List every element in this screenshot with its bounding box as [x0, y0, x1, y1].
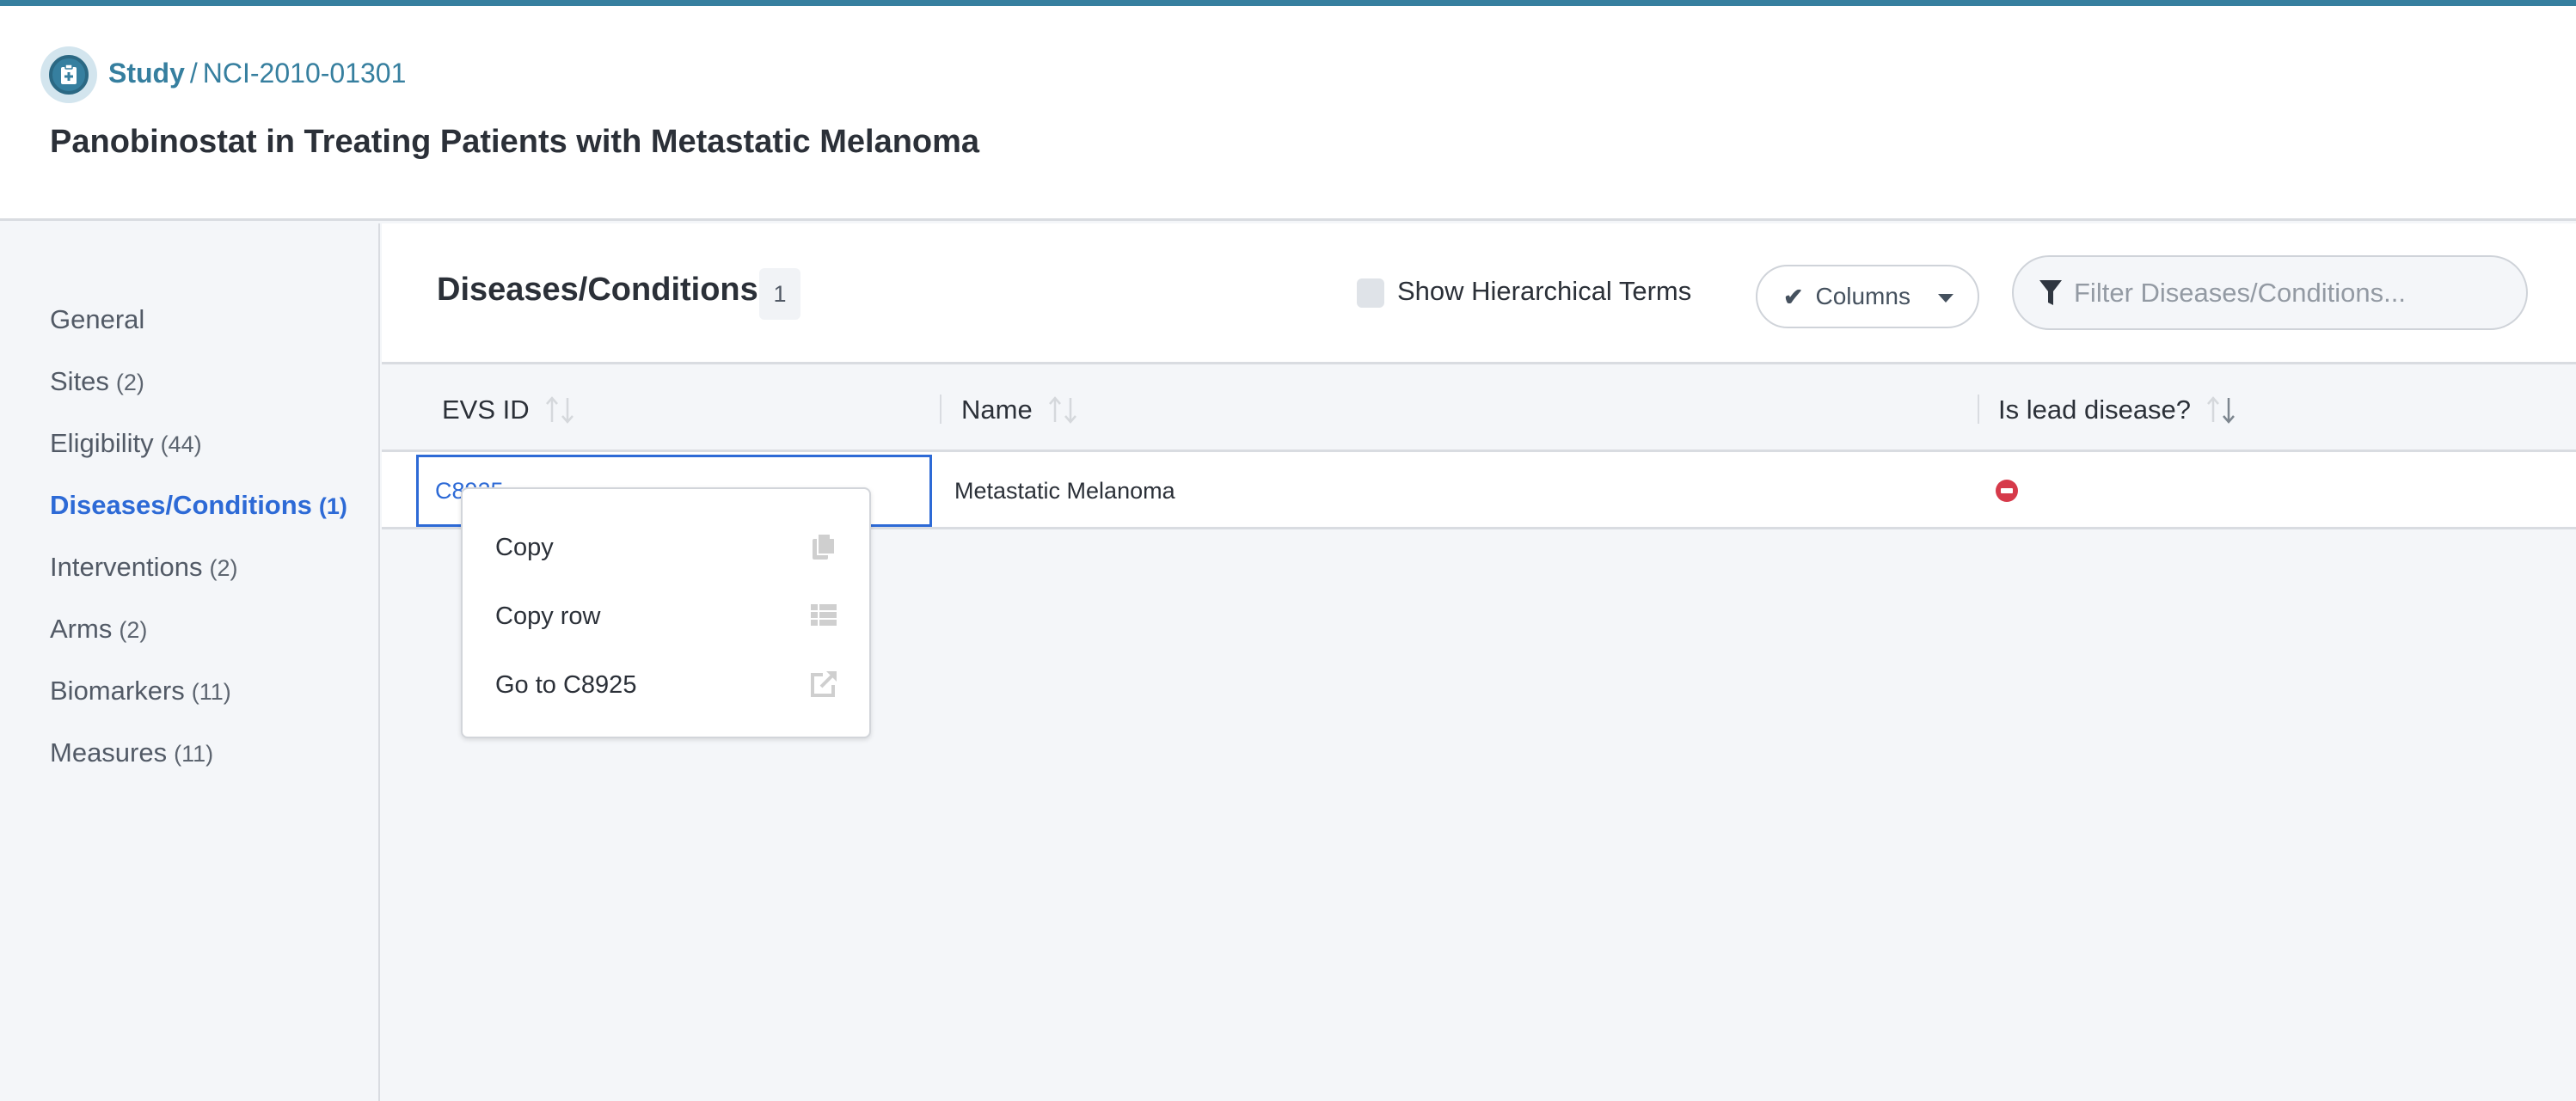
sidebar-item-sites[interactable]: Sites (2) — [50, 366, 144, 397]
sidebar-item-eligibility[interactable]: Eligibility (44) — [50, 428, 202, 459]
copy-icon — [813, 533, 836, 560]
page-title: Panobinostat in Treating Patients with M… — [50, 124, 980, 160]
page-header: Study / NCI-2010-01301 Panobinostat in Tre… — [0, 6, 2576, 221]
columns-button-label: Columns — [1815, 283, 1911, 309]
column-header-label: Name — [961, 394, 1033, 425]
sidebar-item-count: (2) — [119, 617, 148, 643]
sidebar-item-count: (2) — [115, 370, 144, 395]
column-separator[interactable] — [940, 395, 941, 424]
sidebar-item-label: Arms — [50, 614, 113, 644]
sidebar-item-label: Diseases/Conditions — [50, 490, 312, 520]
sort-icon[interactable] — [1048, 395, 1077, 424]
breadcrumb-current: NCI-2010-01301 — [202, 58, 407, 89]
caret-down-icon — [1938, 294, 1953, 303]
section-title: Diseases/Conditions — [437, 272, 758, 308]
sidebar-item-biomarkers[interactable]: Biomarkers (11) — [50, 676, 231, 706]
table-header: EVS ID Name Is lead disease? — [382, 367, 2576, 452]
menu-item-label: Copy — [495, 533, 554, 561]
sidebar-item-interventions[interactable]: Interventions (2) — [50, 552, 238, 583]
count-badge: 1 — [759, 268, 800, 320]
external-link-icon — [811, 671, 837, 697]
sidebar-item-label: Interventions — [50, 552, 203, 582]
sidebar-item-count: (11) — [174, 741, 214, 767]
columns-dropdown-button[interactable]: ✔ Columns — [1756, 265, 1979, 328]
show-hierarchical-terms-label[interactable]: Show Hierarchical Terms — [1397, 276, 1691, 307]
breadcrumb-separator: / — [189, 58, 198, 89]
sidebar-item-label: Eligibility — [50, 428, 154, 458]
check-icon: ✔ — [1783, 283, 1804, 310]
sidebar-item-count: (1) — [318, 493, 347, 519]
sidebar-item-label: Measures — [50, 737, 168, 768]
context-menu-copy-row[interactable]: Copy row — [463, 582, 869, 651]
column-header-evs-id[interactable]: EVS ID — [442, 367, 574, 452]
sidebar: General Sites (2) Eligibility (44) Disease… — [0, 223, 380, 1101]
column-header-name[interactable]: Name — [961, 367, 1077, 452]
context-menu-copy[interactable]: Copy — [463, 513, 869, 582]
sort-down-arrow-icon — [1064, 397, 1076, 424]
sort-down-arrow-icon — [561, 397, 573, 424]
sort-up-arrow-icon — [1048, 395, 1061, 422]
sort-icon[interactable] — [545, 395, 574, 424]
context-menu-go-to[interactable]: Go to C8925 — [463, 651, 869, 719]
section-toolbar: Diseases/Conditions 1 Show Hierarchical … — [382, 223, 2576, 364]
menu-item-label: Copy row — [495, 602, 601, 630]
sidebar-item-arms[interactable]: Arms (2) — [50, 614, 147, 645]
sidebar-item-diseases-conditions[interactable]: Diseases/Conditions (1) — [50, 490, 347, 521]
sidebar-item-label: General — [50, 304, 145, 334]
sidebar-item-general[interactable]: General — [50, 304, 144, 335]
breadcrumb: Study / NCI-2010-01301 — [108, 58, 406, 89]
minus-circle-icon — [1996, 480, 2018, 502]
sort-up-arrow-icon — [2207, 395, 2219, 422]
table-rows-icon — [811, 604, 837, 626]
sidebar-item-label: Biomarkers — [50, 676, 185, 706]
column-separator[interactable] — [1978, 395, 1979, 424]
filter-input[interactable] — [2074, 277, 2521, 309]
sidebar-item-count: (2) — [209, 555, 238, 581]
cell-name[interactable]: Metastatic Melanoma — [954, 452, 1175, 529]
clipboard-glyph — [61, 64, 77, 84]
filter-icon — [2039, 279, 2062, 305]
column-header-is-lead-disease[interactable]: Is lead disease? — [1998, 367, 2236, 452]
top-accent-bar — [0, 0, 2576, 6]
sidebar-item-count: (44) — [160, 431, 202, 457]
disease-name: Metastatic Melanoma — [954, 477, 1175, 504]
show-hierarchical-terms-checkbox[interactable] — [1357, 278, 1384, 308]
column-header-label: Is lead disease? — [1998, 394, 2192, 425]
sidebar-item-label: Sites — [50, 366, 109, 396]
sort-icon[interactable] — [2206, 395, 2236, 424]
column-header-label: EVS ID — [442, 394, 530, 425]
sort-down-arrow-active-icon — [2223, 397, 2235, 424]
filter-field[interactable] — [2012, 255, 2528, 330]
sidebar-item-count: (11) — [191, 679, 231, 705]
sidebar-item-measures[interactable]: Measures (11) — [50, 737, 213, 768]
clipboard-medical-icon — [40, 46, 97, 103]
context-menu: Copy Copy row Go to C8925 — [461, 487, 871, 738]
cell-is-lead-disease[interactable] — [1996, 452, 2018, 529]
sort-up-arrow-icon — [545, 395, 558, 422]
breadcrumb-study-link[interactable]: Study — [108, 58, 185, 89]
menu-item-label: Go to C8925 — [495, 670, 637, 699]
